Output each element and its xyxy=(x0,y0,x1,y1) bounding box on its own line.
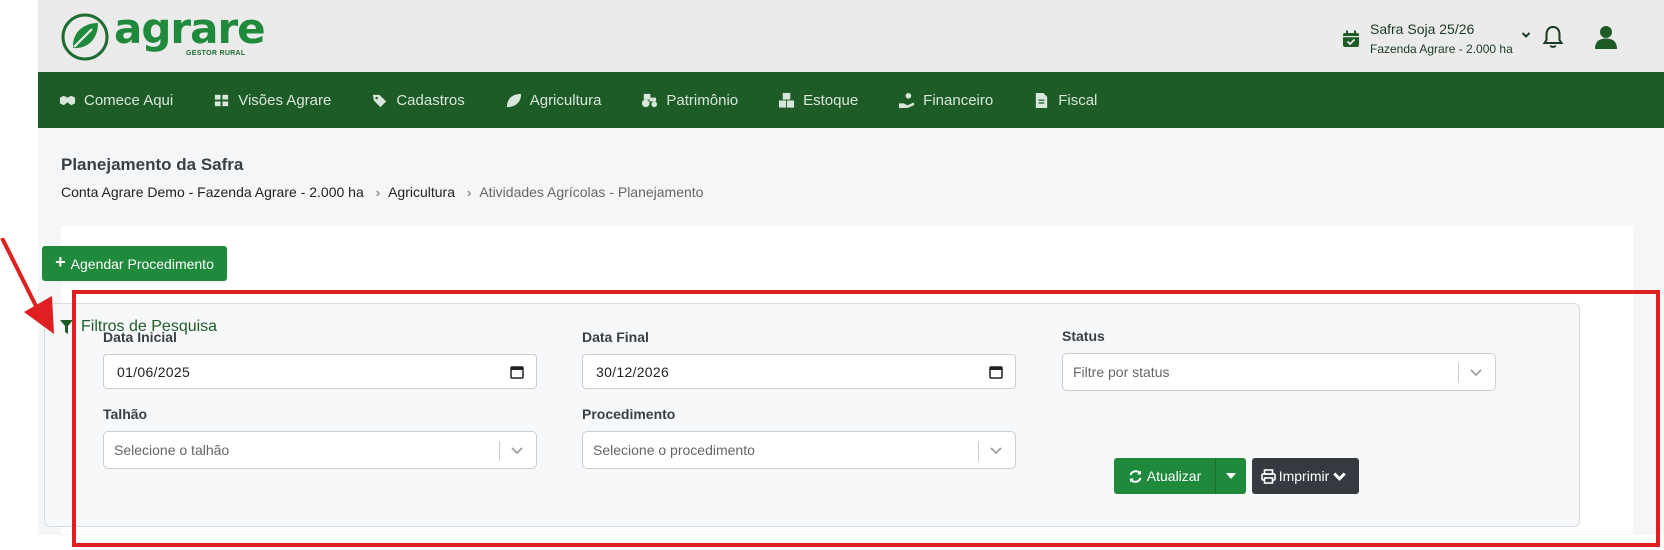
nav-label: Cadastros xyxy=(396,91,465,109)
logo-wordmark: agrare GESTOR RURAL xyxy=(114,8,266,62)
status-select[interactable]: Filtre por status xyxy=(1062,353,1496,391)
chevron-right-icon: › xyxy=(467,184,472,200)
brand-logo[interactable]: agrare GESTOR RURAL xyxy=(60,8,266,62)
print-label: Imprimir xyxy=(1278,468,1330,484)
brand-name: agrare xyxy=(114,4,266,53)
nav-label: Fiscal xyxy=(1058,91,1098,109)
nav-label: Comece Aqui xyxy=(84,91,174,109)
plot-placeholder: Selecione o talhão xyxy=(114,442,230,458)
brand-tagline: GESTOR RURAL xyxy=(186,50,246,57)
user-avatar-icon[interactable] xyxy=(1592,23,1620,51)
select-divider xyxy=(1458,363,1459,383)
tractor-icon xyxy=(642,93,658,107)
print-button[interactable]: Imprimir xyxy=(1252,458,1359,494)
nav-item-cadastros[interactable]: Cadastros xyxy=(371,72,465,128)
nav-item-comece-aqui[interactable]: Comece Aqui xyxy=(59,72,173,128)
season-selector[interactable]: Safra Soja 25/26 Fazenda Agrare - 2.000 … xyxy=(1342,20,1531,58)
chevron-down-icon[interactable] xyxy=(989,445,1003,457)
chevron-down-icon[interactable] xyxy=(1521,30,1531,40)
nav-label: Estoque xyxy=(803,91,859,109)
hand-coin-icon xyxy=(899,92,915,108)
procedure-placeholder: Selecione o procedimento xyxy=(593,442,755,458)
invoice-icon xyxy=(1036,92,1048,108)
chevron-right-icon: › xyxy=(375,184,381,200)
plot-label: Talhão xyxy=(103,406,148,422)
leaf-icon xyxy=(506,93,521,107)
season-title: Safra Soja 25/26 xyxy=(1370,21,1475,37)
breadcrumb: Conta Agrare Demo - Fazenda Agrare - 2.0… xyxy=(61,184,703,200)
nav-label: Patrimônio xyxy=(666,91,739,109)
nav-item-fiscal[interactable]: Fiscal xyxy=(1033,72,1097,128)
nav-label: Visões Agrare xyxy=(238,91,332,109)
end-date-input[interactable]: 30/12/2026 xyxy=(582,354,1016,389)
nav-item-patrimonio[interactable]: Patrimônio xyxy=(641,72,738,128)
handshake-icon xyxy=(59,95,76,105)
select-divider xyxy=(978,441,979,461)
end-date-value: 30/12/2026 xyxy=(596,363,670,380)
refresh-label: Atualizar xyxy=(1146,468,1202,484)
schedule-procedure-label: Agendar Procedimento xyxy=(70,255,214,272)
breadcrumb-account[interactable]: Conta Agrare Demo - Fazenda Agrare - 2.0… xyxy=(61,184,364,200)
page-title: Planejamento da Safra xyxy=(61,155,244,174)
schedule-procedure-button[interactable]: + Agendar Procedimento xyxy=(42,246,227,281)
calendar-check-icon xyxy=(1343,30,1359,47)
nav-item-financeiro[interactable]: Financeiro xyxy=(898,72,993,128)
season-farm: Fazenda Agrare - 2.000 ha xyxy=(1370,42,1513,56)
nav-label: Financeiro xyxy=(923,91,994,109)
breadcrumb-current: Atividades Agrícolas - Planejamento xyxy=(479,184,704,200)
status-placeholder: Filtre por status xyxy=(1073,364,1170,380)
start-date-input[interactable]: 01/06/2025 xyxy=(103,354,537,389)
procedure-select[interactable]: Selecione o procedimento xyxy=(582,431,1016,469)
printer-icon xyxy=(1260,468,1276,484)
chevron-down-icon[interactable] xyxy=(1469,367,1483,379)
breadcrumb-module[interactable]: Agricultura xyxy=(388,184,455,200)
tags-icon xyxy=(373,94,387,107)
nav-item-visoes-agrare[interactable]: Visões Agrare xyxy=(213,72,331,128)
chevron-down-icon[interactable] xyxy=(510,445,524,457)
plot-select[interactable]: Selecione o talhão xyxy=(103,431,537,469)
refresh-icon xyxy=(1129,469,1142,483)
refresh-button[interactable]: Atualizar xyxy=(1114,458,1216,494)
refresh-split-button: Atualizar xyxy=(1114,458,1246,494)
filter-icon xyxy=(60,320,73,334)
nav-item-agricultura[interactable]: Agricultura xyxy=(505,72,602,128)
annotation-arrow-icon xyxy=(0,238,54,334)
nav-item-estoque[interactable]: Estoque xyxy=(778,72,858,128)
end-date-label: Data Final xyxy=(582,329,649,345)
bell-icon[interactable] xyxy=(1541,24,1565,50)
procedure-label: Procedimento xyxy=(582,406,676,422)
calendar-icon[interactable] xyxy=(989,365,1003,379)
leaf-logo-icon xyxy=(61,13,109,61)
grid-icon xyxy=(215,94,229,106)
main-navigation: Comece Aqui Visões Agrare Cadastros Agri… xyxy=(38,72,1664,128)
chevron-down-icon xyxy=(1333,471,1347,481)
boxes-icon xyxy=(779,92,795,108)
refresh-dropdown-toggle[interactable] xyxy=(1216,458,1246,494)
status-label: Status xyxy=(1062,328,1105,344)
nav-label: Agricultura xyxy=(529,91,602,109)
select-divider xyxy=(499,441,500,461)
calendar-icon[interactable] xyxy=(510,365,524,379)
start-date-label: Data Inicial xyxy=(103,329,177,345)
top-header: agrare GESTOR RURAL Safra Soja 25/26 Faz… xyxy=(38,0,1664,72)
caret-down-icon xyxy=(1226,473,1236,479)
start-date-value: 01/06/2025 xyxy=(117,363,191,380)
